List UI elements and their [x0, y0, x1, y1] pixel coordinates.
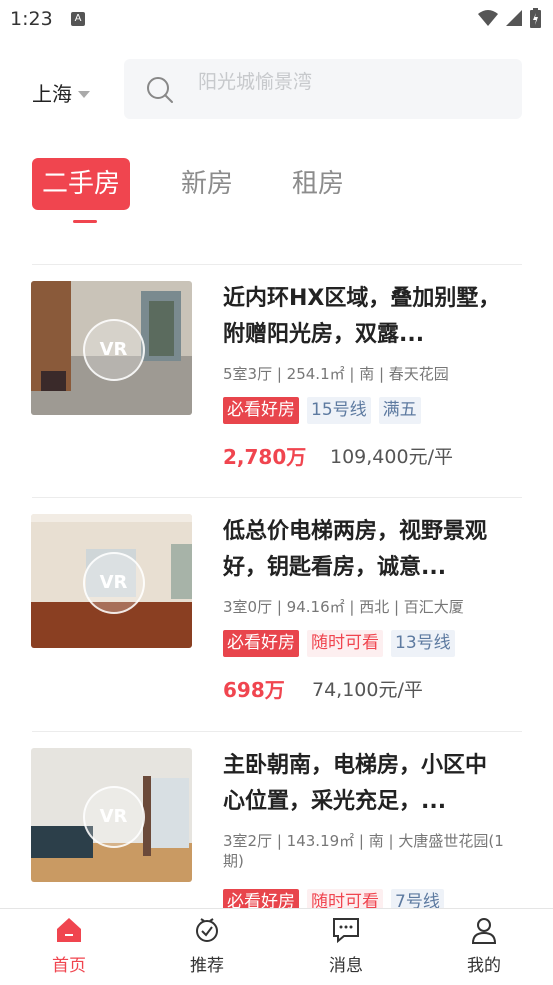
listing-photo[interactable]: VR — [31, 514, 192, 648]
divider — [32, 497, 522, 498]
tab-new-homes[interactable]: 新房 — [181, 158, 233, 210]
battery-icon — [530, 8, 541, 28]
vr-icon: VR — [82, 786, 145, 848]
top-bar: 上海 阳光城愉景湾 — [0, 58, 553, 120]
home-icon — [57, 918, 81, 942]
signal-icon — [506, 10, 522, 26]
nav-profile[interactable]: 我的 — [444, 915, 524, 976]
category-tabs: 二手房 新房 租房 — [0, 158, 553, 228]
city-label: 上海 — [32, 82, 72, 106]
search-icon — [147, 77, 173, 103]
listing-item[interactable]: VR 低总价电梯两房，视野景观好，钥匙看房，诚意... 3室0厅 | 94.16… — [0, 514, 553, 746]
recommend-icon — [196, 918, 218, 942]
listing-title: 近内环HX区域，叠加别墅，附赠阳光房，双露... — [223, 286, 501, 347]
tab-indicator — [73, 220, 97, 223]
listing-price: 698万 — [223, 678, 285, 702]
listing-price: 2,780万 — [223, 445, 307, 469]
tag: 15号线 — [307, 397, 371, 424]
status-bar: 1:23 A — [0, 0, 553, 38]
listing-title: 主卧朝南，电梯房，小区中心位置，采光充足，... — [223, 753, 488, 814]
listing-meta: 5室3厅 | 254.1㎡ | 南 | 春天花园 — [223, 365, 449, 383]
notification-a-icon: A — [71, 12, 85, 26]
search-input[interactable]: 阳光城愉景湾 — [124, 59, 522, 119]
nav-recommend[interactable]: 推荐 — [167, 915, 247, 976]
listing-tags: 必看好房 15号线 满五 — [223, 397, 421, 424]
chevron-down-icon — [78, 90, 90, 98]
nav-label: 首页 — [52, 956, 86, 976]
profile-icon — [471, 918, 497, 944]
listing-meta: 3室0厅 | 94.16㎡ | 西北 | 百汇大厦 — [223, 598, 464, 616]
tag: 满五 — [378, 397, 421, 424]
listing-photo[interactable]: VR — [31, 748, 192, 882]
listing-tags: 必看好房 随时可看 13号线 — [223, 630, 455, 657]
tag: 随时可看 — [307, 630, 383, 657]
divider — [32, 731, 522, 732]
nav-home[interactable]: 首页 — [29, 915, 109, 976]
nav-label: 我的 — [467, 956, 501, 976]
tab-rentals[interactable]: 租房 — [292, 158, 344, 210]
listing-meta: 3室2厅 | 143.19㎡ | 南 | 大唐盛世花园(1期) — [223, 832, 504, 870]
divider — [32, 264, 522, 265]
search-placeholder: 阳光城愉景湾 — [198, 71, 313, 93]
listing-unit-price: 109,400元/平 — [330, 446, 453, 468]
listing-title: 低总价电梯两房，视野景观好，钥匙看房，诚意... — [223, 519, 488, 580]
nav-label: 消息 — [329, 956, 363, 976]
bottom-nav: 首页 推荐 消息 我的 — [0, 908, 553, 985]
vr-icon: VR — [82, 319, 145, 381]
message-icon — [333, 918, 359, 944]
listing-unit-price: 74,100元/平 — [312, 679, 423, 701]
status-time: 1:23 — [10, 8, 53, 30]
status-icons — [478, 8, 541, 28]
city-selector[interactable]: 上海 — [32, 78, 90, 107]
tab-second-hand[interactable]: 二手房 — [32, 158, 131, 210]
tag: 必看好房 — [223, 630, 299, 657]
listing-photo[interactable]: VR — [31, 281, 192, 415]
tag: 13号线 — [391, 630, 455, 657]
tag: 必看好房 — [223, 397, 299, 424]
listing-item[interactable]: VR 近内环HX区域，叠加别墅，附赠阳光房，双露... 5室3厅 | 254.1… — [0, 281, 553, 513]
wifi-icon — [478, 10, 498, 26]
vr-icon: VR — [82, 552, 145, 614]
nav-label: 推荐 — [190, 956, 224, 976]
nav-messages[interactable]: 消息 — [306, 915, 386, 976]
